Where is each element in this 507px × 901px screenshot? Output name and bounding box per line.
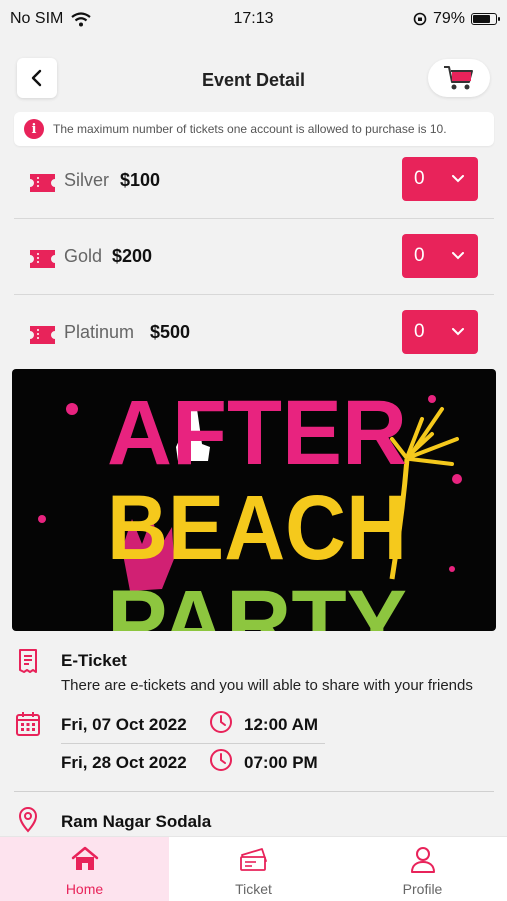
event-banner: AFTER BEACH PARTY (12, 369, 496, 631)
tab-home[interactable]: Home (0, 837, 169, 901)
banner-line-1: AFTER (107, 382, 407, 484)
calendar-icon (16, 712, 40, 736)
clock-icon (210, 749, 232, 771)
chevron-down-icon (452, 252, 464, 260)
end-date: Fri, 28 Oct 2022 (61, 753, 187, 772)
ticket-name: Silver (64, 170, 110, 190)
ticket-icon (30, 326, 55, 344)
notice-text: The maximum number of tickets one accoun… (53, 122, 447, 136)
start-date: Fri, 07 Oct 2022 (61, 715, 187, 734)
purchase-limit-notice: i The maximum number of tickets one acco… (14, 112, 494, 146)
orientation-lock-icon (413, 12, 427, 26)
status-right: 79% (413, 10, 500, 28)
quantity-select-platinum[interactable]: 0 (402, 310, 478, 354)
quantity-value: 0 (414, 168, 425, 189)
quantity-value: 0 (414, 245, 425, 266)
profile-icon (410, 847, 435, 873)
section-divider (14, 791, 494, 792)
document-icon (19, 649, 37, 673)
event-banner-art: AFTER BEACH PARTY (38, 382, 462, 631)
ticket-icon (30, 250, 55, 268)
ticket-row-silver: Silver $100 0 (14, 143, 494, 219)
start-time: 12:00 AM (244, 715, 319, 734)
home-icon (71, 846, 98, 870)
end-time: 07:00 PM (244, 753, 318, 772)
banner-line-2: BEACH (107, 477, 407, 579)
clock-icon (210, 711, 232, 733)
cart-button[interactable] (428, 59, 490, 97)
event-location: Ram Nagar Sodala (61, 812, 212, 831)
quantity-select-gold[interactable]: 0 (402, 234, 478, 278)
chevron-down-icon (452, 328, 464, 336)
schedule-divider (61, 743, 325, 744)
quantity-value: 0 (414, 321, 425, 342)
battery-percent: 79% (432, 10, 465, 27)
tab-label: Profile (402, 881, 443, 897)
banner-line-3: PARTY (107, 572, 407, 631)
ticket-name: Platinum (64, 322, 135, 342)
battery-icon (471, 13, 500, 25)
ticket-row-platinum: Platinum $500 0 (14, 295, 494, 371)
chevron-down-icon (452, 175, 464, 183)
ticket-icon (30, 174, 55, 192)
header: Event Detail (0, 38, 507, 110)
quantity-select-silver[interactable]: 0 (402, 157, 478, 201)
ticket-row-gold: Gold $200 0 (14, 219, 494, 295)
location-pin-icon (18, 807, 38, 833)
tab-profile[interactable]: Profile (338, 837, 507, 901)
ticket-name: Gold (64, 246, 103, 266)
tab-ticket[interactable]: Ticket (169, 837, 338, 901)
ticket-price: $200 (112, 246, 153, 266)
eticket-description: There are e-tickets and you will able to… (61, 677, 473, 694)
status-bar: No SIM 17:13 79% (0, 0, 507, 38)
ticket-price: $100 (120, 170, 161, 190)
cart-icon (444, 66, 473, 90)
eticket-title: E-Ticket (61, 651, 127, 670)
bottom-tab-bar: Home Ticket Profile (0, 836, 507, 901)
tab-label: Home (65, 881, 104, 897)
battery-level (473, 15, 490, 23)
ticket-price: $500 (150, 322, 191, 342)
tab-label: Ticket (235, 881, 272, 897)
tickets-icon (239, 848, 267, 871)
info-icon: i (24, 119, 44, 139)
